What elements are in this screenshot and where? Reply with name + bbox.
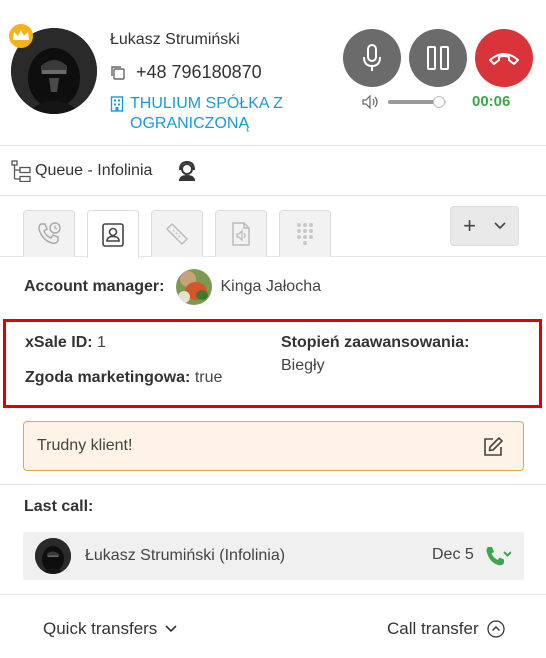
agent-headset-icon	[179, 160, 196, 181]
note-text: Trudny klient!	[37, 437, 133, 454]
microphone-icon	[363, 44, 381, 71]
mute-button[interactable]	[343, 29, 401, 87]
speaker-icon	[362, 95, 378, 109]
customer-note: Trudny klient!	[23, 421, 524, 471]
chevron-down-icon	[494, 222, 506, 230]
phone-number[interactable]: +48 796180870	[136, 62, 262, 83]
phone-history-icon	[38, 222, 61, 244]
ticket-icon	[166, 223, 188, 245]
queue-icon	[11, 159, 31, 182]
marketing-consent-value: true	[194, 369, 223, 386]
tab-dialpad[interactable]	[279, 210, 331, 257]
incoming-call-icon	[486, 547, 511, 566]
call-transfer-button[interactable]: Call transfer	[387, 619, 505, 639]
marketing-consent-label: Zgoda marketingowa:	[25, 369, 191, 386]
level-value: Biegły	[281, 357, 325, 374]
tab-tickets[interactable]	[151, 210, 203, 257]
crown-icon	[9, 24, 33, 48]
tab-call-history[interactable]	[23, 210, 75, 257]
phone-row: +48 796180870	[110, 62, 262, 83]
queue-label: Queue - Infolinia	[35, 161, 153, 179]
caller-avatar-wrap	[9, 24, 97, 114]
queue-row: Queue - Infolinia	[0, 146, 546, 196]
company-row: THULIUM SPÓŁKA Z OGRANICZONĄ	[110, 94, 320, 134]
contact-card-icon	[102, 222, 124, 247]
building-icon	[110, 96, 124, 112]
volume-slider[interactable]	[388, 96, 446, 108]
chevron-down-icon	[165, 625, 177, 633]
call-transfer-label: Call transfer	[387, 619, 479, 638]
last-call-date: Dec 5	[432, 546, 474, 563]
tab-contact[interactable]	[87, 210, 139, 258]
add-tab-button[interactable]: +	[450, 206, 519, 246]
account-manager-label: Account manager:	[24, 278, 165, 295]
chevron-up-circle-icon	[486, 620, 505, 638]
volume-knob[interactable]	[433, 96, 446, 108]
hangup-button[interactable]	[475, 29, 533, 87]
divider	[0, 484, 546, 485]
audio-file-icon	[232, 222, 250, 246]
account-manager-row: Account manager: Kinga Jałocha	[24, 268, 321, 306]
account-manager-avatar	[176, 269, 213, 305]
company-link[interactable]: THULIUM SPÓŁKA Z OGRANICZONĄ	[130, 94, 320, 134]
account-manager-name: Kinga Jałocha	[220, 278, 321, 295]
last-call-name: Łukasz Strumiński (Infolinia)	[85, 547, 286, 564]
volume-fill	[388, 100, 440, 104]
xsale-value: 1	[97, 334, 106, 351]
edit-icon[interactable]	[482, 436, 504, 458]
last-call-item[interactable]: Łukasz Strumiński (Infolinia) Dec 5	[23, 532, 524, 580]
volume-control	[362, 95, 446, 109]
last-call-label: Last call:	[24, 498, 94, 515]
call-timer: 00:06	[472, 93, 511, 110]
pause-icon	[427, 46, 449, 70]
last-call-avatar	[35, 538, 71, 574]
xsale-label: xSale ID:	[25, 334, 93, 351]
dialpad-icon	[297, 223, 313, 245]
tab-recordings[interactable]	[215, 210, 267, 257]
hold-button[interactable]	[409, 29, 467, 87]
tab-bar: +	[0, 196, 546, 258]
custom-fields-box: xSale ID: 1 Zgoda marketingowa: true Sto…	[3, 319, 542, 408]
caller-header: Łukasz Strumiński +48 796180870 THULIUM …	[0, 0, 546, 146]
plus-icon: +	[463, 213, 476, 238]
xsale-field: xSale ID: 1	[25, 334, 106, 352]
caller-name: Łukasz Strumiński	[110, 31, 240, 48]
transfer-footer: Quick transfers Call transfer	[0, 595, 546, 658]
quick-transfers-button[interactable]: Quick transfers	[43, 619, 177, 639]
quick-transfers-label: Quick transfers	[43, 619, 158, 638]
copy-icon[interactable]	[110, 65, 126, 81]
level-label: Stopień zaawansowania:	[281, 334, 470, 351]
hangup-icon	[489, 53, 519, 65]
marketing-consent-field: Zgoda marketingowa: true	[25, 369, 222, 387]
